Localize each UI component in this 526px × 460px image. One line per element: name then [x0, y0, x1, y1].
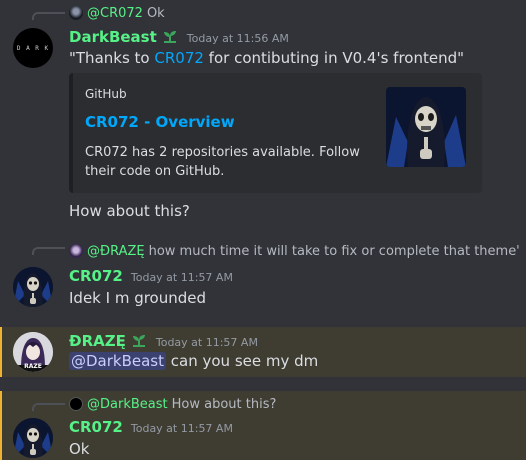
reply-spine — [32, 403, 65, 411]
reply-spine — [32, 247, 65, 255]
reply-text: How about this? — [171, 396, 277, 412]
timestamp: Today at 11:57 AM — [155, 336, 258, 349]
message-darkbeast: @CR072 Ok D A R K DarkBeast Today at 11:… — [0, 0, 526, 230]
link-embed: GitHub CR072 - Overview CR072 has 2 repo… — [69, 73, 482, 193]
reply-text: Ok — [146, 5, 165, 21]
reply-author[interactable]: @CR072 — [87, 6, 143, 21]
message-text: "Thanks to CR072 for contibuting in V0.4… — [69, 49, 464, 67]
quote-open: "Thanks to — [69, 49, 155, 67]
embed-provider[interactable]: GitHub — [85, 87, 127, 101]
reply-text: how much time it will take to fix or com… — [148, 243, 520, 259]
message-draze: RAZE ĐRAZĘ Today at 11:57 AM @DarkBeast … — [0, 327, 526, 377]
embed-thumbnail[interactable] — [386, 87, 466, 167]
avatar[interactable] — [13, 418, 53, 458]
timestamp: Today at 11:56 AM — [186, 32, 289, 45]
sprout-icon — [161, 29, 179, 43]
quote-rest: for contibuting in V0.4's frontend" — [203, 49, 465, 67]
username[interactable]: CR072 — [69, 418, 123, 436]
embed-title[interactable]: CR072 - Overview — [85, 113, 235, 131]
username[interactable]: CR072 — [69, 267, 123, 285]
message-header: CR072 Today at 11:57 AM — [69, 418, 233, 436]
message-cr072: @ĐRAZĘ how much time it will take to fix… — [0, 238, 526, 320]
followup-text: How about this? — [69, 202, 190, 220]
username[interactable]: ĐRAZĘ — [69, 332, 126, 350]
reply-author[interactable]: @ĐRAZĘ — [87, 244, 145, 259]
timestamp: Today at 11:57 AM — [130, 422, 233, 435]
message-text: @DarkBeast can you see my dm — [69, 352, 318, 370]
reply-avatar — [69, 244, 83, 258]
avatar[interactable]: RAZE — [13, 332, 53, 372]
message-header: CR072 Today at 11:57 AM — [69, 267, 233, 285]
reply-avatar — [69, 6, 83, 20]
reply-author[interactable]: @DarkBeast — [87, 397, 168, 412]
message-header: ĐRAZĘ Today at 11:57 AM — [69, 331, 258, 350]
reply-spine — [32, 12, 65, 20]
sprout-icon — [130, 333, 148, 347]
reply-preview[interactable]: @CR072 Ok — [69, 5, 165, 21]
embed-description: CR072 has 2 repositories available. Foll… — [85, 145, 360, 179]
avatar[interactable]: D A R K — [13, 28, 53, 68]
avatar-label: RAZE — [24, 363, 42, 370]
avatar[interactable] — [13, 267, 53, 307]
message-cr072-reply: @DarkBeast How about this? CR072 Today a… — [0, 391, 526, 460]
message-header: DarkBeast Today at 11:56 AM — [69, 27, 289, 46]
message-body: can you see my dm — [166, 352, 319, 370]
user-mention[interactable]: @DarkBeast — [69, 352, 167, 370]
reply-avatar — [69, 397, 83, 411]
message-text: Ok — [69, 440, 90, 458]
timestamp: Today at 11:57 AM — [130, 271, 233, 284]
reply-preview[interactable]: @ĐRAZĘ how much time it will take to fix… — [69, 243, 520, 259]
quote-link[interactable]: CR072 — [154, 49, 204, 67]
username[interactable]: DarkBeast — [69, 28, 157, 46]
message-text: Idek I m grounded — [69, 289, 207, 307]
reply-preview[interactable]: @DarkBeast How about this? — [69, 396, 276, 412]
avatar-label: D A R K — [16, 44, 50, 52]
